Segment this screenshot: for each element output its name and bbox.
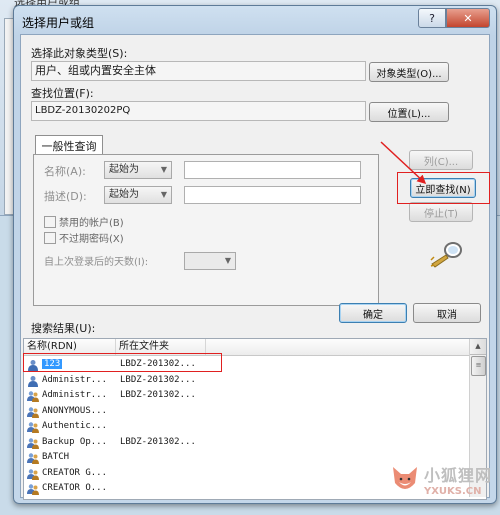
group-icon bbox=[27, 468, 39, 480]
selected-row-highlight bbox=[23, 353, 222, 372]
dialog-client-area: 选择此对象类型(S): 用户、组或内置安全主体 对象类型(O)... 查找位置(… bbox=[20, 34, 490, 500]
row-name: Authentic... bbox=[42, 421, 108, 431]
tab-common-queries[interactable]: 一般性查询 bbox=[35, 135, 103, 155]
row-name: CREATOR O... bbox=[42, 483, 108, 493]
table-row[interactable]: Authentic... bbox=[24, 420, 470, 435]
description-label: 描述(D): bbox=[44, 190, 87, 203]
row-folder: LBDZ-201302... bbox=[120, 436, 196, 447]
description-input[interactable] bbox=[184, 186, 361, 204]
non-expiring-password-checkbox[interactable]: 不过期密码(X) bbox=[44, 230, 124, 245]
ok-button[interactable]: 确定 bbox=[339, 303, 407, 323]
row-name: Administr... bbox=[42, 390, 108, 400]
checkbox-box bbox=[44, 231, 56, 244]
days-since-logon-combo[interactable]: ▼ bbox=[184, 252, 236, 270]
help-button[interactable]: ? bbox=[418, 8, 446, 28]
close-button[interactable]: ✕ bbox=[446, 8, 490, 28]
group-icon bbox=[27, 437, 39, 449]
row-name: ANONYMOUS... bbox=[42, 405, 108, 416]
checkbox-box bbox=[44, 215, 56, 228]
locations-button[interactable]: 位置(L)... bbox=[369, 102, 449, 122]
select-users-dialog: 选择用户或组 ? ✕ 选择此对象类型(S): 用户、组或内置安全主体 对象类型(… bbox=[13, 5, 497, 504]
dialog-title: 选择用户或组 bbox=[22, 16, 95, 30]
group-icon bbox=[27, 483, 39, 495]
watermark-text: 小狐狸网 YXUKS.CN bbox=[424, 462, 492, 497]
name-match-value: 起始为 bbox=[109, 164, 139, 175]
row-folder: LBDZ-201302... bbox=[120, 374, 196, 385]
chevron-down-icon: ▼ bbox=[160, 190, 167, 199]
table-row[interactable]: Administr... LBDZ-201302... bbox=[24, 389, 470, 404]
row-name: BATCH bbox=[42, 452, 70, 462]
row-name: Backup Op... bbox=[42, 436, 108, 447]
name-input[interactable] bbox=[184, 161, 361, 179]
object-type-label: 选择此对象类型(S): bbox=[31, 47, 128, 60]
table-row[interactable]: Administr... LBDZ-201302... bbox=[24, 374, 470, 389]
columns-button[interactable]: 列(C)... bbox=[409, 150, 473, 170]
user-icon bbox=[27, 375, 39, 387]
description-match-value: 起始为 bbox=[109, 189, 139, 200]
object-types-button[interactable]: 对象类型(O)... bbox=[369, 62, 449, 82]
disabled-accounts-label: 禁用的帐户(B) bbox=[59, 218, 124, 229]
find-now-highlight bbox=[397, 172, 490, 204]
days-since-logon-label: 自上次登录后的天数(I): bbox=[44, 257, 149, 268]
name-match-combo[interactable]: 起始为 ▼ bbox=[104, 161, 172, 179]
location-field: LBDZ-20130202PQ bbox=[31, 101, 366, 121]
chevron-down-icon: ▼ bbox=[160, 165, 167, 174]
group-icon bbox=[27, 406, 39, 418]
search-magnifier-icon bbox=[430, 242, 462, 268]
description-match-combo[interactable]: 起始为 ▼ bbox=[104, 186, 172, 204]
chevron-down-icon: ▼ bbox=[224, 256, 231, 265]
search-results-label: 搜索结果(U): bbox=[31, 322, 96, 335]
name-label: 名称(A): bbox=[44, 165, 86, 178]
group-icon bbox=[27, 452, 39, 464]
cancel-button[interactable]: 取消 bbox=[413, 303, 481, 323]
row-name: Administr... bbox=[42, 374, 108, 385]
fox-logo-icon bbox=[392, 466, 417, 489]
common-queries-panel: 名称(A): 起始为 ▼ 描述(D): 起始为 ▼ 禁用的帐户(B) 不过期密码… bbox=[33, 154, 379, 306]
row-name: CREATOR G... bbox=[42, 467, 108, 478]
scroll-thumb[interactable]: ≡ bbox=[471, 356, 486, 376]
scroll-up-icon[interactable]: ▲ bbox=[470, 339, 486, 355]
row-folder: LBDZ-201302... bbox=[120, 390, 196, 400]
watermark: 小狐狸网 YXUKS.CN bbox=[390, 462, 492, 497]
object-type-field: 用户、组或内置安全主体 bbox=[31, 61, 366, 81]
stop-button[interactable]: 停止(T) bbox=[409, 202, 473, 222]
table-row[interactable]: Backup Op... LBDZ-201302... bbox=[24, 436, 470, 451]
watermark-text-cn: 小狐狸网 bbox=[423, 466, 492, 485]
watermark-text-en: YXUKS.CN bbox=[423, 486, 482, 497]
non-expiring-password-label: 不过期密码(X) bbox=[59, 234, 124, 245]
group-icon bbox=[27, 390, 39, 402]
group-icon bbox=[27, 421, 39, 433]
location-label: 查找位置(F): bbox=[31, 87, 94, 100]
disabled-accounts-checkbox[interactable]: 禁用的帐户(B) bbox=[44, 214, 124, 229]
title-bar-buttons: ? ✕ bbox=[418, 8, 490, 28]
table-row[interactable]: ANONYMOUS... bbox=[24, 405, 470, 420]
